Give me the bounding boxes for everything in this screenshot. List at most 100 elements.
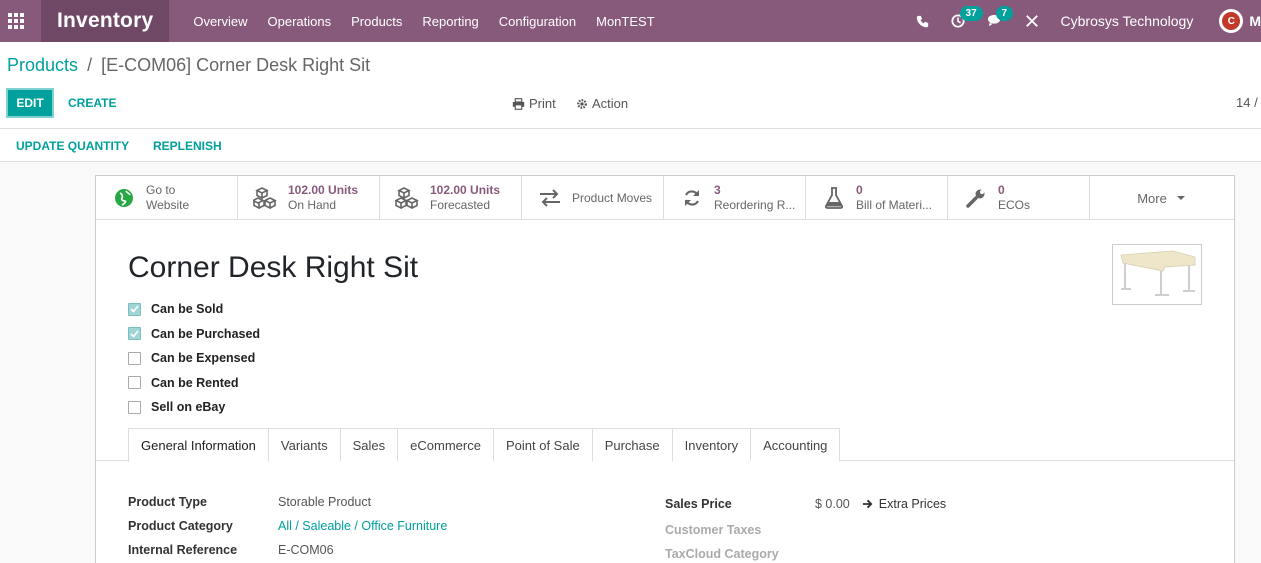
ecos-label: ECOs	[998, 198, 1031, 212]
field-product-type: Product Type Storable Product	[128, 490, 447, 514]
field-customer-taxes: Customer Taxes	[665, 518, 946, 542]
smart-button-website-line2: Website	[146, 198, 190, 212]
tab-purchase[interactable]: Purchase	[592, 428, 673, 461]
company-switcher[interactable]: Cybrosys Technology	[1061, 13, 1194, 29]
tab-sales[interactable]: Sales	[340, 428, 399, 461]
replenish-button[interactable]: REPLENISH	[153, 139, 222, 153]
product-category-label: Product Category	[128, 519, 233, 533]
product-name[interactable]: Corner Desk Right Sit	[128, 251, 418, 285]
tab-accounting[interactable]: Accounting	[751, 428, 841, 461]
phone-button[interactable]	[916, 15, 929, 28]
print-icon	[512, 97, 525, 110]
messages-button[interactable]: 7	[987, 6, 1014, 28]
field-taxcloud-category: TaxCloud Category	[665, 542, 946, 563]
product-type-value[interactable]: Storable Product	[278, 495, 371, 509]
breadcrumb: Products / [E-COM06] Corner Desk Right S…	[7, 55, 370, 76]
product-moves-label: Product Moves	[572, 190, 653, 205]
apps-menu-button[interactable]	[0, 0, 31, 42]
form-statusbar: UPDATE QUANTITY REPLENISH	[0, 129, 1261, 162]
sales-price-value[interactable]: $ 0.00	[815, 497, 850, 511]
unchecked-box-icon[interactable]	[128, 351, 141, 365]
menu-item-montest[interactable]: MonTEST	[596, 14, 655, 29]
menu-item-overview[interactable]: Overview	[193, 14, 247, 29]
avatar-letter: C	[1222, 12, 1241, 30]
on-hand-label: On Hand	[288, 198, 337, 212]
smart-button-ecos[interactable]: 0 ECOs	[948, 176, 1090, 220]
activities-count-badge: 37	[959, 6, 983, 21]
internal-reference-label: Internal Reference	[128, 543, 238, 557]
check-icon[interactable]	[128, 302, 141, 316]
exchange-icon	[536, 186, 564, 210]
can-be-purchased-label: Can be Purchased	[151, 326, 261, 341]
tab-inventory[interactable]: Inventory	[672, 428, 752, 461]
forecasted-label: Forecasted	[430, 198, 491, 212]
general-info-left: Product Type Storable Product Product Ca…	[128, 490, 447, 562]
menu-item-operations[interactable]: Operations	[268, 14, 332, 29]
more-smart-buttons-dropdown[interactable]: More	[1090, 176, 1232, 220]
avatar[interactable]: C	[1219, 9, 1244, 33]
unchecked-box-icon[interactable]	[128, 376, 141, 390]
menu-item-reporting[interactable]: Reporting	[422, 14, 478, 29]
breadcrumb-products-link[interactable]: Products	[7, 55, 78, 75]
ecos-count: 0	[998, 183, 1005, 197]
extra-prices-button[interactable]: Extra Prices	[862, 497, 946, 511]
internal-reference-value[interactable]: E-COM06	[278, 543, 334, 557]
checkbox-can-be-purchased[interactable]: Can be Purchased	[128, 322, 260, 347]
smart-button-forecasted[interactable]: 102.00 Units Forecasted	[380, 176, 522, 220]
smart-button-website[interactable]: Go to Website	[96, 176, 238, 220]
tab-variants[interactable]: Variants	[268, 428, 341, 461]
navbar-systray: 37 7 Cybrosys Technology C M	[916, 0, 1261, 42]
bom-label: Bill of Materi...	[856, 198, 933, 212]
print-button[interactable]: Print	[512, 96, 556, 111]
activities-button[interactable]: 37	[950, 6, 983, 28]
field-product-category: Product Category All / Saleable / Office…	[128, 514, 447, 538]
action-button[interactable]: Action	[576, 96, 628, 111]
unchecked-box-icon[interactable]	[128, 400, 141, 414]
action-label: Action	[592, 96, 629, 111]
general-info-right: Sales Price $ 0.00 Extra Prices Customer…	[665, 490, 946, 563]
taxcloud-category-label: TaxCloud Category	[665, 547, 779, 561]
update-quantity-button[interactable]: UPDATE QUANTITY	[16, 139, 129, 153]
can-be-expensed-label: Can be Expensed	[151, 351, 256, 366]
notebook-tabs: General Information Variants Sales eComm…	[128, 428, 841, 462]
gear-icon	[577, 98, 587, 109]
messages-count-badge: 7	[995, 6, 1014, 21]
checkbox-sell-on-ebay[interactable]: Sell on eBay	[128, 395, 260, 420]
reordering-rules-count: 3	[714, 183, 721, 197]
form-sheet: Go to Website 102.00 Units On Hand 102.0…	[95, 175, 1235, 563]
tab-point-of-sale[interactable]: Point of Sale	[493, 428, 593, 461]
product-image[interactable]	[1112, 244, 1202, 305]
product-type-label: Product Type	[128, 495, 207, 509]
user-name[interactable]: M	[1249, 13, 1261, 29]
debug-tools-button[interactable]	[1025, 14, 1039, 28]
smart-buttons-row: Go to Website 102.00 Units On Hand 102.0…	[96, 176, 1234, 220]
checkbox-can-be-expensed[interactable]: Can be Expensed	[128, 346, 260, 371]
refresh-icon	[678, 186, 706, 210]
menu-item-products[interactable]: Products	[351, 14, 402, 29]
arrow-right-icon	[862, 499, 873, 509]
smart-button-on-hand[interactable]: 102.00 Units On Hand	[238, 176, 380, 220]
tab-general-information[interactable]: General Information	[128, 428, 269, 462]
bom-count: 0	[856, 183, 863, 197]
more-label: More	[1137, 190, 1167, 206]
desk-image-icon	[1120, 250, 1196, 296]
wrench-icon	[962, 186, 990, 210]
checkbox-can-be-rented[interactable]: Can be Rented	[128, 371, 260, 396]
smart-button-website-line1: Go to	[146, 183, 176, 197]
tab-ecommerce[interactable]: eCommerce	[398, 428, 494, 461]
checkbox-can-be-sold[interactable]: Can be Sold	[128, 297, 260, 322]
smart-button-reordering-rules[interactable]: 3 Reordering R...	[664, 176, 806, 220]
product-category-link[interactable]: All / Saleable / Office Furniture	[278, 519, 447, 533]
grid-icon	[7, 13, 24, 29]
menu-item-configuration[interactable]: Configuration	[499, 14, 576, 29]
smart-button-product-moves[interactable]: Product Moves	[522, 176, 664, 220]
top-navbar: Inventory Overview Operations Products R…	[0, 0, 1261, 42]
app-title[interactable]: Inventory	[41, 0, 170, 42]
sales-price-label: Sales Price	[665, 497, 732, 511]
smart-button-bill-of-materials[interactable]: 0 Bill of Materi...	[806, 176, 948, 220]
edit-button[interactable]: EDIT	[6, 88, 54, 118]
check-icon[interactable]	[128, 327, 141, 341]
pager[interactable]: 14 /	[1236, 95, 1258, 110]
print-label: Print	[529, 96, 556, 111]
create-button[interactable]: CREATE	[68, 96, 116, 110]
